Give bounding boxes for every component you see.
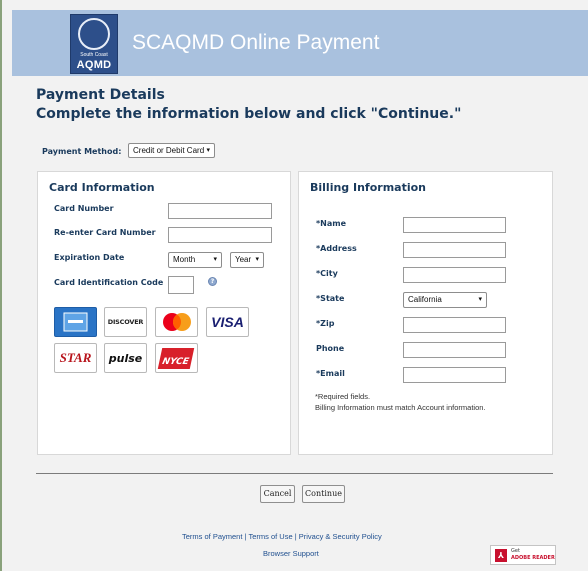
cancel-button[interactable]: Cancel	[260, 485, 295, 503]
expiration-month-value: Month	[173, 255, 196, 264]
expiration-year-value: Year	[235, 255, 252, 264]
zip-label: *Zip	[316, 319, 335, 328]
star-text: STAR	[59, 350, 92, 365]
main-content: Payment Details Complete the information…	[12, 76, 588, 571]
payment-method-select[interactable]: Credit or Debit Card ▾	[128, 143, 215, 158]
card-number-label: Card Number	[54, 204, 114, 213]
amex-icon	[63, 312, 88, 332]
logo-small-text: South Coast	[80, 52, 108, 58]
phone-label: Phone	[316, 344, 345, 353]
card-logo-visa: VISA	[206, 307, 249, 337]
nyce-text: NYCE	[161, 356, 191, 367]
chevron-down-icon: ▾	[206, 147, 210, 154]
divider	[36, 473, 553, 474]
city-label: *City	[316, 269, 338, 278]
state-label: *State	[316, 294, 345, 303]
site-title: SCAQMD Online Payment	[132, 31, 380, 54]
logo-emblem-icon	[78, 18, 110, 50]
header-banner: South Coast AQMD SCAQMD Online Payment	[12, 10, 588, 76]
payment-method-value: Credit or Debit Card	[133, 146, 205, 155]
card-logo-pulse: pulse	[104, 343, 147, 373]
billing-information-panel: Billing Information *Name *Address *City…	[298, 171, 553, 455]
page-subheading: Complete the information below and click…	[36, 106, 462, 122]
state-value: California	[408, 295, 442, 304]
pdf-icon: ⅄	[495, 549, 507, 562]
card-number-input[interactable]	[168, 203, 272, 219]
email-label: *Email	[316, 369, 345, 378]
aqmd-logo: South Coast AQMD	[70, 14, 118, 74]
required-fields-note: *Required fields.	[315, 392, 371, 401]
billing-match-note: Billing Information must match Account i…	[315, 403, 486, 412]
terms-of-payment-link[interactable]: Terms of Payment	[182, 532, 242, 541]
expiration-year-select[interactable]: Year ▾	[230, 252, 264, 268]
card-logo-star: STAR	[54, 343, 97, 373]
chevron-down-icon: ▾	[213, 256, 217, 263]
phone-input[interactable]	[403, 342, 506, 358]
name-input[interactable]	[403, 217, 506, 233]
name-label: *Name	[316, 219, 347, 228]
nyce-badge: NYCE	[158, 347, 195, 369]
chevron-down-icon: ▾	[478, 296, 482, 303]
card-logo-amex	[54, 307, 97, 337]
expiration-month-select[interactable]: Month ▾	[168, 252, 222, 268]
adobe-get-text: Get	[511, 548, 520, 554]
card-information-panel: Card Information Card Number Re-enter Ca…	[37, 171, 291, 455]
mastercard-icon	[162, 313, 191, 331]
footer-separator: |	[294, 532, 297, 541]
chevron-down-icon: ▾	[255, 256, 259, 263]
card-logo-discover: DISCOVER	[104, 307, 147, 337]
reenter-card-number-label: Re-enter Card Number	[54, 228, 156, 237]
payment-method-label: Payment Method:	[42, 147, 122, 156]
get-adobe-reader-badge[interactable]: ⅄ Get ADOBE READER	[490, 545, 556, 565]
state-select[interactable]: California ▾	[403, 292, 487, 308]
visa-text: VISA	[211, 314, 244, 330]
page-heading: Payment Details	[36, 87, 165, 103]
address-input[interactable]	[403, 242, 506, 258]
page: South Coast AQMD SCAQMD Online Payment P…	[0, 0, 588, 571]
logo-big-text: AQMD	[76, 59, 112, 71]
continue-button[interactable]: Continue	[302, 485, 345, 503]
browser-support-link[interactable]: Browser Support	[263, 549, 319, 558]
pulse-text: pulse	[108, 351, 143, 365]
reenter-card-number-input[interactable]	[168, 227, 272, 243]
footer-links: Terms of Payment | Terms of Use | Privac…	[182, 532, 382, 541]
zip-input[interactable]	[403, 317, 506, 333]
address-label: *Address	[316, 244, 357, 253]
discover-text: DISCOVER	[107, 318, 144, 326]
card-information-title: Card Information	[49, 181, 155, 194]
expiration-date-label: Expiration Date	[54, 253, 125, 262]
cic-input[interactable]	[168, 276, 194, 294]
card-logo-mastercard	[155, 307, 198, 337]
terms-of-use-link[interactable]: Terms of Use	[248, 532, 292, 541]
footer-separator: |	[244, 532, 247, 541]
card-logo-nyce: NYCE	[155, 343, 198, 373]
help-icon[interactable]: ?	[208, 277, 217, 286]
help-glyph: ?	[210, 278, 215, 285]
adobe-reader-text: ADOBE READER	[511, 555, 555, 561]
email-input[interactable]	[403, 367, 506, 383]
billing-information-title: Billing Information	[310, 181, 426, 194]
city-input[interactable]	[403, 267, 506, 283]
privacy-policy-link[interactable]: Privacy & Security Policy	[299, 532, 382, 541]
cic-label: Card Identification Code	[54, 278, 164, 287]
